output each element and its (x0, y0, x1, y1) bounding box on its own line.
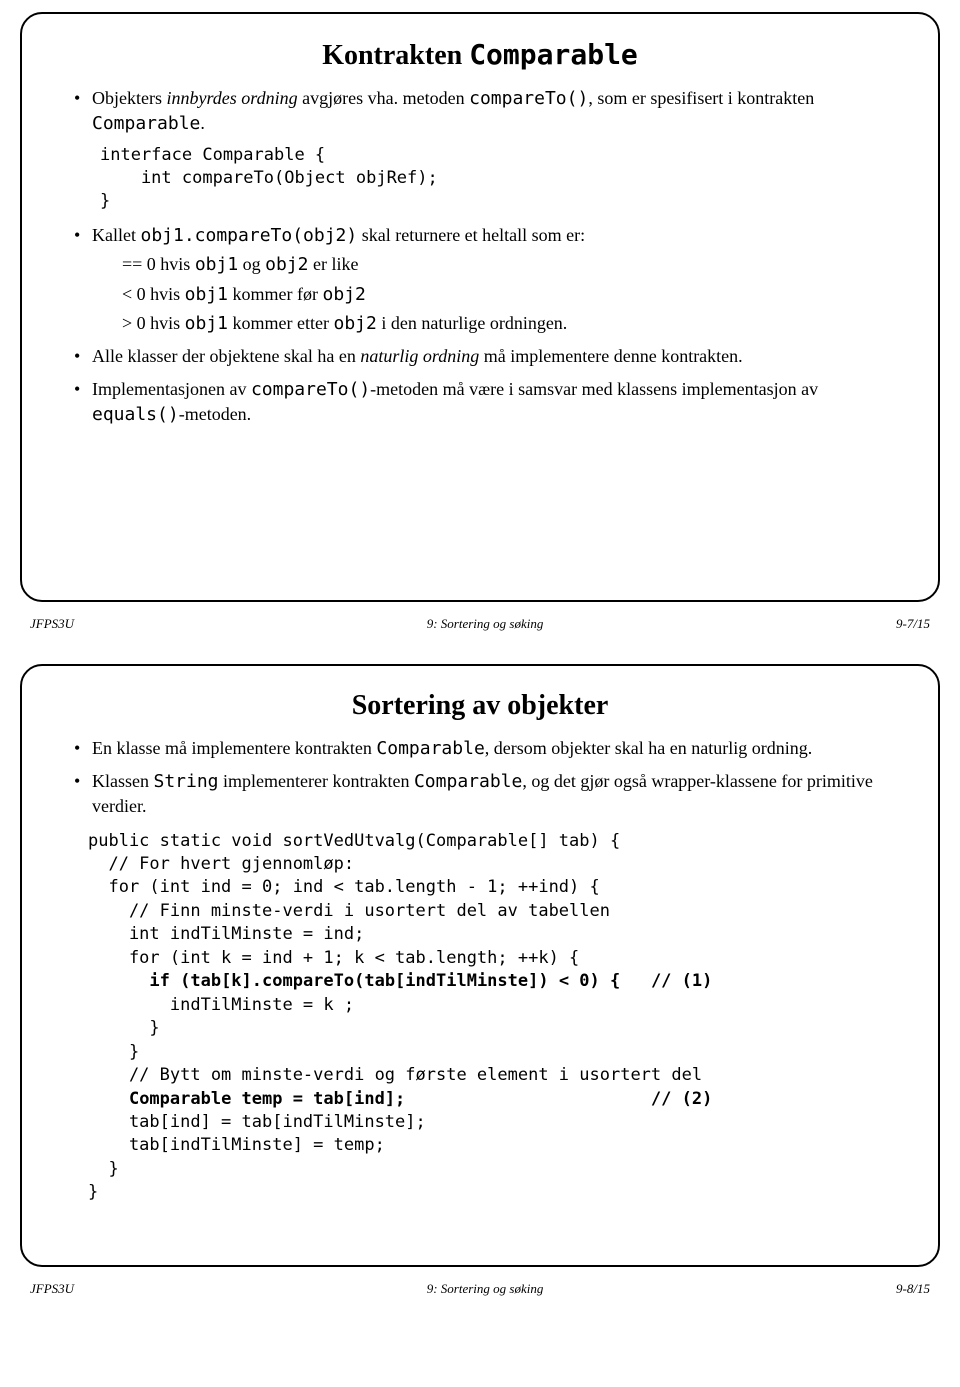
t: > 0 hvis (122, 313, 185, 333)
sub-3: > 0 hvis obj1 kommer etter obj2 i den na… (92, 311, 890, 336)
cl: int indTilMinste = ind; (88, 924, 364, 944)
t: er like (309, 254, 359, 274)
bullet-2: Kallet obj1.compareTo(obj2) skal returne… (70, 223, 890, 336)
t: avgjøres vha. metoden (298, 88, 469, 108)
slide-1: Kontrakten Comparable Objekters innbyrde… (20, 12, 940, 602)
t: obj2 (334, 313, 377, 334)
footer-2: JFPS3U 9: Sortering og søking 9-8/15 (0, 1275, 960, 1317)
footer-left: JFPS3U (30, 616, 74, 632)
cl: Comparable temp = tab[ind]; (129, 1089, 405, 1109)
footer-left: JFPS3U (30, 1281, 74, 1297)
bullet-1: Objekters innbyrdes ordning avgjøres vha… (70, 86, 890, 136)
bullet-list: Objekters innbyrdes ordning avgjøres vha… (70, 86, 890, 136)
t: obj1.compareTo(obj2) (140, 225, 357, 246)
t: obj1 (195, 254, 238, 275)
t: Klassen (92, 771, 154, 791)
cl: // Bytt om minste-verdi og første elemen… (88, 1065, 702, 1085)
t: Comparable (92, 113, 200, 134)
t: og (238, 254, 265, 274)
footer-center: 9: Sortering og søking (427, 616, 544, 632)
t: En klasse må implementere kontrakten (92, 738, 376, 758)
footer-center: 9: Sortering og søking (427, 1281, 544, 1297)
cl: for (int k = ind + 1; k < tab.length; ++… (88, 948, 579, 968)
cl: } (88, 1042, 139, 1062)
t: Comparable (414, 771, 522, 792)
bullet-4: Implementasjonen av compareTo()-metoden … (70, 377, 890, 427)
slide-2-content: En klasse må implementere kontrakten Com… (70, 736, 890, 1205)
t: compareTo() (469, 88, 588, 109)
footer-right: 9-8/15 (896, 1281, 930, 1297)
t: kommer etter (228, 313, 333, 333)
cl: indTilMinste = k ; (88, 995, 354, 1015)
cl: } (88, 1018, 160, 1038)
title-code: Comparable (469, 38, 638, 71)
t: kommer før (228, 284, 322, 304)
cl: // (1) (620, 971, 712, 991)
cl: tab[indTilMinste] = temp; (88, 1135, 385, 1155)
t: -metoden. (179, 404, 251, 424)
t: == 0 hvis (122, 254, 195, 274)
t: i den naturlige ordningen. (377, 313, 567, 333)
cl: // Finn minste-verdi i usortert del av t… (88, 901, 610, 921)
t: Comparable (376, 738, 484, 759)
footer-right: 9-7/15 (896, 616, 930, 632)
t: < 0 hvis (122, 284, 185, 304)
cl: } (88, 1159, 119, 1179)
sub-1: == 0 hvis obj1 og obj2 er like (92, 252, 890, 277)
cl: public static void sortVedUtvalg(Compara… (88, 831, 620, 851)
t: obj1 (185, 284, 228, 305)
code-block-sort: public static void sortVedUtvalg(Compara… (88, 830, 890, 1205)
t: naturlig ordning (360, 346, 479, 366)
t: implementerer kontrakten (219, 771, 414, 791)
t: String (154, 771, 219, 792)
t: , dersom objekter skal ha en naturlig or… (485, 738, 812, 758)
t: obj2 (265, 254, 308, 275)
slide-2-title: Sortering av objekter (70, 690, 890, 722)
t: . (200, 113, 205, 133)
cl (88, 971, 149, 991)
t: obj1 (185, 313, 228, 334)
cl: for (int ind = 0; ind < tab.length - 1; … (88, 877, 600, 897)
t: -metoden må være i samsvar med klassens … (370, 379, 818, 399)
t: Alle klasser der objektene skal ha en (92, 346, 360, 366)
t: innbyrdes ordning (166, 88, 297, 108)
t: obj2 (323, 284, 366, 305)
bullet-list-3: En klasse må implementere kontrakten Com… (70, 736, 890, 820)
t: må implementere denne kontrakten. (479, 346, 742, 366)
t: Objekters (92, 88, 166, 108)
cl (88, 1089, 129, 1109)
footer-1: JFPS3U 9: Sortering og søking 9-7/15 (0, 610, 960, 652)
bullet-list-2: Kallet obj1.compareTo(obj2) skal returne… (70, 223, 890, 427)
cl: tab[ind] = tab[indTilMinste]; (88, 1112, 426, 1132)
cl: } (88, 1182, 98, 1202)
slide-2-wrapper: Sortering av objekter En klasse må imple… (0, 652, 960, 1275)
slide-1-title: Kontrakten Comparable (70, 38, 890, 72)
title-text: Kontrakten (322, 40, 469, 71)
cl: // (2) (405, 1089, 712, 1109)
slide-1-wrapper: Kontrakten Comparable Objekters innbyrde… (0, 0, 960, 610)
bullet-2b: Klassen String implementerer kontrakten … (70, 769, 890, 819)
slide-1-content: Objekters innbyrdes ordning avgjøres vha… (70, 86, 890, 428)
bullet-1b: En klasse må implementere kontrakten Com… (70, 736, 890, 761)
sub-2: < 0 hvis obj1 kommer før obj2 (92, 282, 890, 307)
bullet-3: Alle klasser der objektene skal ha en na… (70, 344, 890, 369)
t: Kallet (92, 225, 140, 245)
cl: // For hvert gjennomløp: (88, 854, 354, 874)
slide-2: Sortering av objekter En klasse må imple… (20, 664, 940, 1267)
code-block-interface: interface Comparable { int compareTo(Obj… (100, 144, 890, 213)
t: Implementasjonen av (92, 379, 251, 399)
t: compareTo() (251, 379, 370, 400)
cl: if (tab[k].compareTo(tab[indTilMinste]) … (149, 971, 620, 991)
t: equals() (92, 404, 179, 425)
t: , som er spesifisert i kontrakten (588, 88, 814, 108)
t: skal returnere et heltall som er: (357, 225, 585, 245)
